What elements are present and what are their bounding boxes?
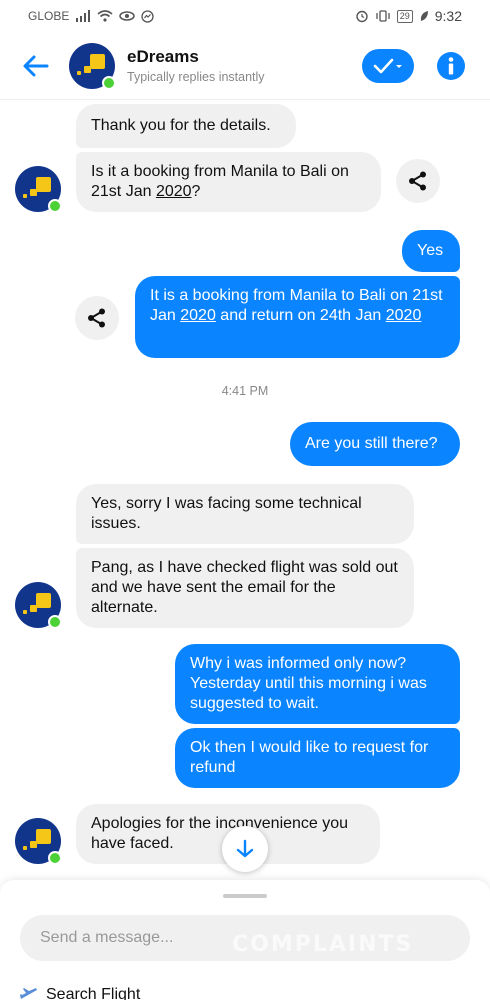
message-text: Why i was informed only now? Yesterday u… xyxy=(190,655,427,712)
logo-square-medium xyxy=(84,65,91,73)
outgoing-message[interactable]: Are you still there? xyxy=(290,422,460,466)
plane-icon xyxy=(20,988,37,999)
message-text: Are you still there? xyxy=(305,435,438,452)
drag-handle[interactable] xyxy=(223,894,267,898)
logo-square-large xyxy=(36,177,51,192)
date-link[interactable]: 2020 xyxy=(156,183,192,200)
info-icon[interactable] xyxy=(436,51,466,81)
logo-square-large xyxy=(36,829,51,844)
avatar xyxy=(15,582,62,629)
arrow-down-icon xyxy=(236,839,254,858)
logo-square-medium xyxy=(30,189,37,196)
logo-square-large xyxy=(90,53,105,69)
online-indicator xyxy=(48,851,62,865)
outgoing-message[interactable]: Ok then I would like to request for refu… xyxy=(175,728,460,788)
incoming-message[interactable]: Thank you for the details. xyxy=(76,104,296,148)
back-arrow-icon[interactable] xyxy=(18,48,54,84)
online-indicator xyxy=(48,615,62,629)
incoming-message[interactable]: Is it a booking from Manila to Bali on 2… xyxy=(76,152,381,212)
outgoing-message[interactable]: Why i was informed only now? Yesterday u… xyxy=(175,644,460,724)
watermark: COMPLAINTS xyxy=(232,932,414,957)
message-text: Thank you for the details. xyxy=(91,117,271,134)
avatar xyxy=(15,818,62,865)
eye-icon xyxy=(119,11,136,21)
share-button[interactable] xyxy=(75,296,119,340)
carrier-label: GLOBE xyxy=(28,9,70,23)
message-text: ? xyxy=(191,183,201,200)
alarm-icon xyxy=(356,10,368,23)
logo-square-medium xyxy=(30,605,37,612)
leaf-icon xyxy=(420,11,428,21)
message-text: and return on 24th Jan xyxy=(215,307,386,324)
quick-reply-search-flight[interactable]: Search Flight xyxy=(20,986,140,1000)
message-text: Yes xyxy=(417,242,444,259)
wifi-icon xyxy=(97,10,113,22)
logo-square-small xyxy=(23,610,27,614)
clock-time: 9:32 xyxy=(434,8,462,24)
contact-name: eDreams xyxy=(127,47,199,66)
online-indicator xyxy=(102,75,116,90)
status-bar: GLOBE 29 9:32 xyxy=(0,0,490,32)
online-indicator xyxy=(48,199,62,213)
logo-square-large xyxy=(36,593,51,608)
composer-panel: COMPLAINTS Search Flight xyxy=(0,880,490,1000)
outgoing-message[interactable]: Yes xyxy=(402,230,460,272)
message-text: Apologies for the inconvenience you have… xyxy=(91,815,349,852)
quick-reply-label: Search Flight xyxy=(46,986,141,1000)
status-right: 29 9:32 xyxy=(355,8,462,24)
status-left: GLOBE xyxy=(28,9,155,23)
logo-square-medium xyxy=(30,841,37,848)
signal-icon xyxy=(76,10,91,22)
avatar xyxy=(15,166,62,213)
share-button[interactable] xyxy=(396,159,440,203)
battery-level: 29 xyxy=(396,9,413,23)
message-text: Ok then I would like to request for refu… xyxy=(190,739,429,776)
message-text: Yes, sorry I was facing some technical i… xyxy=(91,495,362,532)
message-list[interactable]: Thank you for the details. Is it a booki… xyxy=(0,100,490,890)
messenger-icon xyxy=(141,9,155,23)
mark-done-button[interactable] xyxy=(362,48,414,83)
date-link[interactable]: 2020 xyxy=(180,307,216,324)
share-icon xyxy=(409,171,426,191)
contact-status: Typically replies instantly xyxy=(127,70,265,84)
logo-square-small xyxy=(77,70,81,75)
message-timestamp: 4:41 PM xyxy=(221,384,269,398)
date-link[interactable]: 2020 xyxy=(386,307,422,324)
scroll-to-bottom-button[interactable] xyxy=(222,826,268,872)
vibrate-icon xyxy=(376,10,390,22)
share-icon xyxy=(88,308,105,328)
avatar[interactable] xyxy=(69,42,116,90)
chat-header: eDreams Typically replies instantly xyxy=(0,32,490,100)
logo-square-small xyxy=(23,846,27,850)
logo-square-small xyxy=(23,194,27,198)
outgoing-message[interactable]: It is a booking from Manila to Bali on 2… xyxy=(135,276,460,358)
incoming-message[interactable]: Yes, sorry I was facing some technical i… xyxy=(76,484,414,544)
message-text: Is it a booking from Manila to Bali on 2… xyxy=(91,163,349,200)
message-text: Pang, as I have checked flight was sold … xyxy=(91,559,398,616)
checkmark-icon xyxy=(373,58,402,73)
incoming-message[interactable]: Pang, as I have checked flight was sold … xyxy=(76,548,414,628)
contact-info[interactable]: eDreams Typically replies instantly xyxy=(127,47,362,84)
